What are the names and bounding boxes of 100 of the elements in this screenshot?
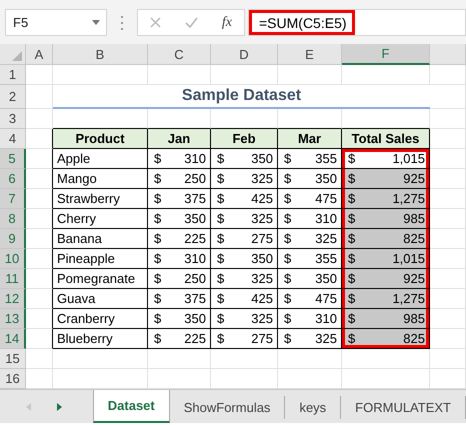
row-header[interactable]: 3: [0, 109, 26, 129]
selected-cell[interactable]: $ 1,015: [342, 149, 430, 169]
cell-value: 350: [184, 211, 206, 226]
empty-cell: [148, 65, 211, 85]
grip-icon[interactable]: [120, 16, 124, 30]
column-heading: Jan: [148, 129, 211, 149]
sheet-tab[interactable]: FORMULATEXT: [341, 396, 466, 419]
cell-value: 355: [315, 151, 337, 166]
cell-value: 1,015: [392, 251, 425, 266]
currency-sign: $: [348, 331, 356, 346]
cell-value: 275: [251, 331, 273, 346]
row-header[interactable]: 5: [0, 149, 26, 169]
row-header[interactable]: 6: [0, 169, 26, 189]
checkmark-icon[interactable]: [184, 17, 198, 28]
cell-value: 1,275: [392, 291, 425, 306]
empty-cell: [430, 65, 466, 85]
cell-value: 985: [403, 211, 425, 226]
currency-sign: $: [154, 271, 162, 286]
row-header[interactable]: 8: [0, 209, 26, 229]
row-header[interactable]: 7: [0, 189, 26, 209]
cell-value: 325: [315, 331, 337, 346]
currency-sign: $: [348, 191, 356, 206]
row-header[interactable]: 16: [0, 369, 26, 389]
row-header[interactable]: 10: [0, 249, 26, 269]
dropdown-caret-icon[interactable]: [92, 20, 100, 25]
column-header[interactable]: E: [278, 44, 342, 65]
row-header[interactable]: 15: [0, 349, 26, 369]
row-header[interactable]: 13: [0, 309, 26, 329]
currency-sign: $: [217, 231, 224, 246]
table-cell: Strawberry: [53, 189, 148, 209]
cell-value: 475: [315, 191, 337, 206]
cell-value: 325: [251, 211, 273, 226]
select-all-button[interactable]: [0, 44, 26, 65]
empty-cell: [211, 349, 278, 369]
sheet-title: Sample Dataset: [53, 85, 430, 109]
selected-cell[interactable]: $ 985: [342, 309, 430, 329]
row-header[interactable]: 4: [0, 129, 26, 149]
currency-sign: $: [217, 171, 224, 186]
currency-sign: $: [154, 151, 162, 166]
selected-cell[interactable]: $ 825: [342, 329, 430, 349]
table-cell: Pineapple: [53, 249, 148, 269]
currency-sign: $: [348, 211, 356, 226]
scroll-right-icon[interactable]: [57, 402, 62, 410]
cell-value: 325: [251, 311, 273, 326]
row-header[interactable]: 11: [0, 269, 26, 289]
currency-sign: $: [217, 271, 224, 286]
sheet-tab[interactable]: keys: [285, 396, 342, 419]
selected-cell[interactable]: $ 925: [342, 169, 430, 189]
currency-sign: $: [348, 171, 356, 186]
cell-value: 375: [184, 291, 206, 306]
selected-cell[interactable]: $ 1,275: [342, 289, 430, 309]
currency-sign: $: [284, 251, 292, 266]
cell-value: 325: [251, 271, 273, 286]
row-header[interactable]: 2: [0, 85, 26, 109]
cell-value: 350: [315, 171, 337, 186]
currency-sign: $: [154, 251, 162, 266]
sheet-tab[interactable]: Dataset: [92, 390, 170, 423]
currency-sign: $: [284, 311, 292, 326]
cell-value: 310: [184, 151, 206, 166]
cancel-icon[interactable]: [150, 17, 161, 28]
currency-sign: $: [154, 311, 162, 326]
currency-sign: $: [217, 211, 224, 226]
currency-sign: $: [284, 151, 292, 166]
cell-value: 350: [251, 251, 273, 266]
currency-sign: $: [348, 271, 356, 286]
table-cell: Mango: [53, 169, 148, 189]
column-header[interactable]: B: [53, 44, 148, 65]
cell-reference: F5: [13, 15, 28, 30]
column-header[interactable]: A: [26, 44, 53, 65]
currency-sign: $: [348, 311, 356, 326]
currency-sign: $: [217, 311, 224, 326]
currency-sign: $: [217, 251, 224, 266]
column-header[interactable]: F: [342, 44, 430, 65]
cell-value: 1,015: [392, 151, 425, 166]
selected-cell[interactable]: $ 985: [342, 209, 430, 229]
cell-value: 425: [251, 191, 273, 206]
table-cell: Cherry: [53, 209, 148, 229]
column-heading: Mar: [278, 129, 342, 149]
empty-cell: [148, 349, 211, 369]
currency-sign: $: [154, 331, 162, 346]
currency-sign: $: [154, 211, 162, 226]
cell-value: 825: [403, 231, 425, 246]
selected-cell[interactable]: $ 1,015: [342, 249, 430, 269]
select-all-icon[interactable]: [12, 51, 22, 61]
row-header[interactable]: 12: [0, 289, 26, 309]
selected-cell[interactable]: $ 825: [342, 229, 430, 249]
currency-sign: $: [284, 211, 292, 226]
cell-value: 375: [184, 191, 206, 206]
empty-cell: [430, 85, 466, 109]
row-header[interactable]: 14: [0, 329, 26, 349]
selected-cell[interactable]: $ 925: [342, 269, 430, 289]
selected-cell[interactable]: $ 1,275: [342, 189, 430, 209]
row-header[interactable]: 1: [0, 65, 26, 85]
column-header[interactable]: C: [148, 44, 211, 65]
sheet-tab[interactable]: ShowFormulas: [170, 396, 286, 419]
insert-function-button[interactable]: fx: [222, 14, 232, 30]
name-box[interactable]: F5: [5, 9, 107, 36]
column-header[interactable]: D: [211, 44, 278, 65]
currency-sign: $: [348, 291, 356, 306]
row-header[interactable]: 9: [0, 229, 26, 249]
